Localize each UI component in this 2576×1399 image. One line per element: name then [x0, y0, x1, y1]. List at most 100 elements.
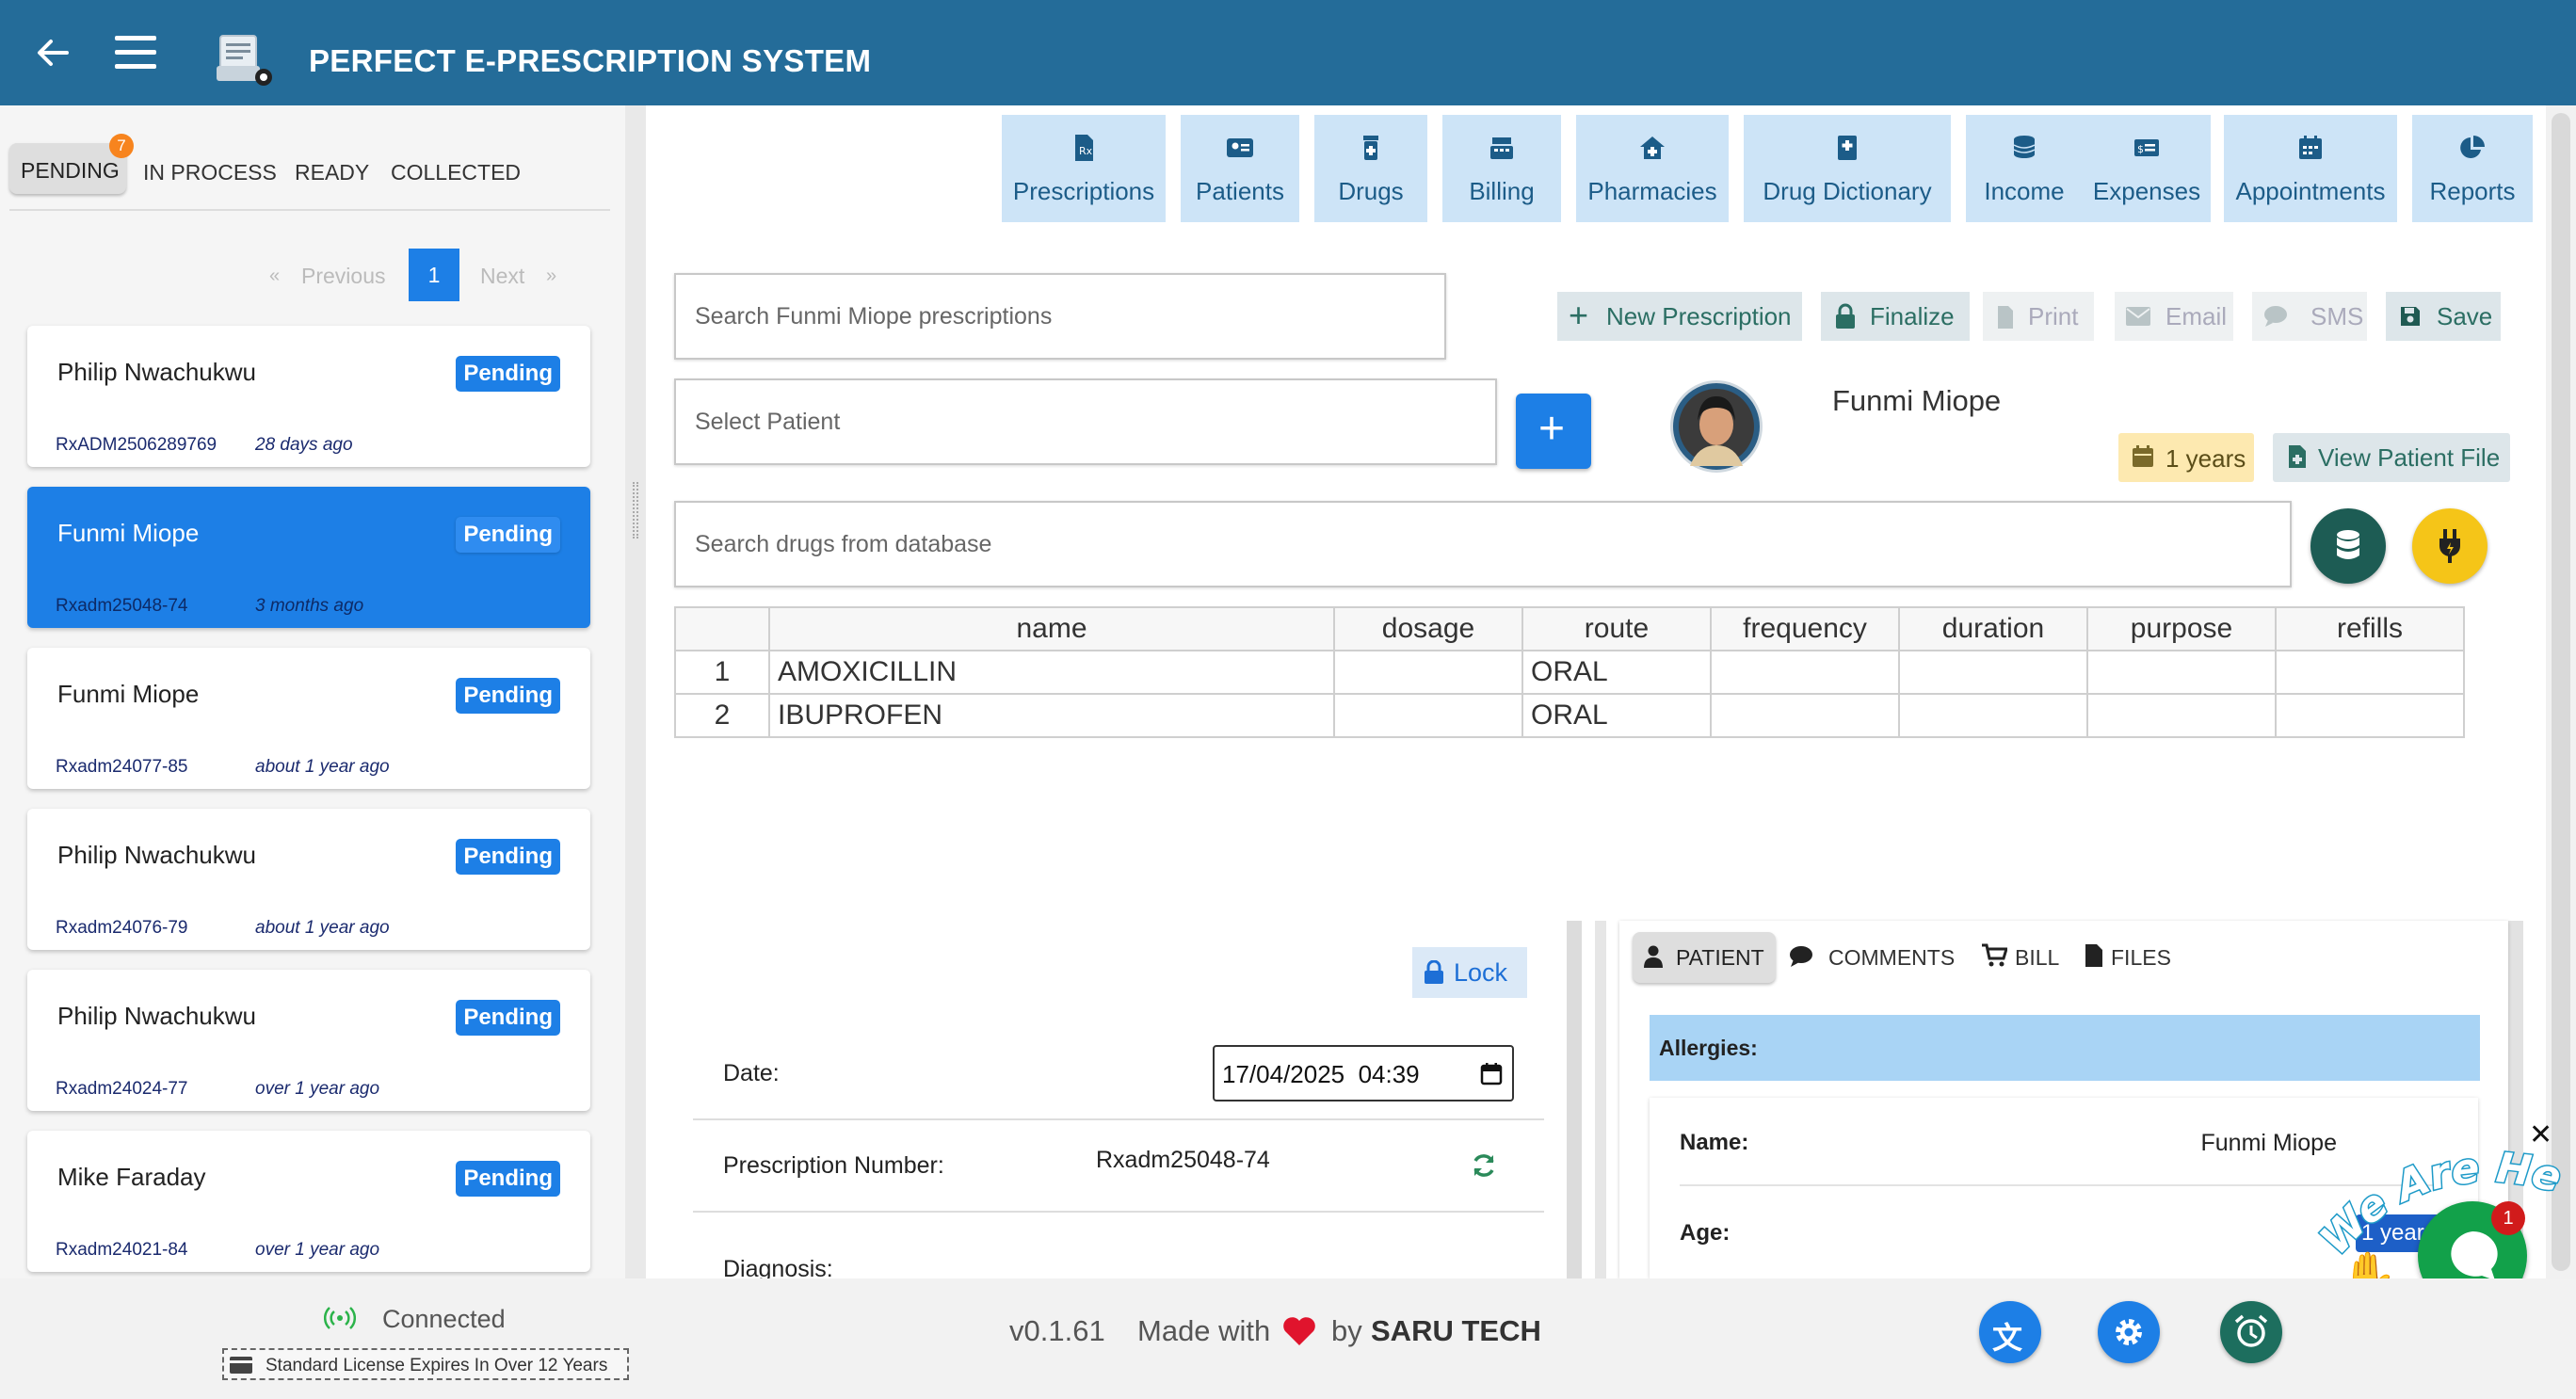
license-box: Standard License Expires In Over 12 Year…	[222, 1348, 629, 1380]
gear-icon	[2116, 1319, 2142, 1345]
nav-prescriptions[interactable]: Rx Prescriptions	[1002, 115, 1166, 222]
close-chat-icon[interactable]: ✕	[2529, 1118, 2552, 1151]
duration-cell[interactable]	[1898, 693, 2088, 738]
save-label: Save	[2437, 302, 2493, 330]
finalize-button[interactable]: Finalize	[1821, 292, 1970, 341]
panel-splitter[interactable]	[625, 105, 646, 1278]
menu-icon[interactable]	[115, 34, 156, 70]
table-row[interactable]: 1 AMOXICILLIN ORAL	[674, 650, 2465, 695]
page-scrollbar[interactable]	[2546, 105, 2576, 1278]
form-scrollbar-track[interactable]	[1595, 921, 1606, 1278]
col-name[interactable]: name	[768, 606, 1335, 651]
route-cell[interactable]: ORAL	[1521, 650, 1712, 695]
lock-button[interactable]: Lock	[1412, 947, 1527, 998]
tab-comments[interactable]: COMMENTS	[1828, 945, 1955, 971]
drug-name-cell[interactable]: AMOXICILLIN	[768, 650, 1335, 695]
tab-ready[interactable]: READY	[295, 160, 369, 185]
save-button[interactable]: Save	[2386, 292, 2501, 341]
nav-pharmacies[interactable]: Pharmacies	[1576, 115, 1729, 222]
list-item[interactable]: Mike Faraday Pending Rxadm24021-84 over …	[27, 1131, 590, 1272]
nav-reports[interactable]: Reports	[2412, 115, 2533, 222]
date-label: Date:	[723, 1060, 780, 1086]
splitter-grip-icon[interactable]	[633, 482, 638, 539]
tab-collected[interactable]: COLLECTED	[391, 160, 521, 185]
pager-previous[interactable]: Previous	[301, 264, 385, 289]
col-frequency[interactable]: frequency	[1710, 606, 1900, 651]
drug-database-button[interactable]	[2310, 508, 2386, 584]
name-label: Name:	[1680, 1130, 1749, 1155]
settings-button[interactable]	[2098, 1301, 2160, 1363]
col-dosage[interactable]: dosage	[1333, 606, 1523, 651]
search-prescriptions-input[interactable]: Search Funmi Miope prescriptions	[674, 273, 1446, 360]
avatar[interactable]	[1670, 380, 1763, 473]
tab-files[interactable]: FILES	[2111, 945, 2171, 971]
purpose-cell[interactable]	[2086, 693, 2277, 738]
nav-expenses[interactable]: $ Expenses	[2083, 115, 2211, 222]
search-drugs-placeholder: Search drugs from database	[695, 531, 992, 557]
refills-cell[interactable]	[2275, 693, 2465, 738]
patient-name: Mike Faraday	[57, 1163, 206, 1191]
refresh-icon[interactable]	[1471, 1152, 1497, 1179]
route-cell[interactable]: ORAL	[1521, 693, 1712, 738]
col-purpose[interactable]: purpose	[2086, 606, 2277, 651]
calendar-picker-icon[interactable]	[1480, 1062, 1503, 1086]
nav-patients[interactable]: Patients	[1181, 115, 1299, 222]
table-row[interactable]: 2 IBUPROFEN ORAL	[674, 693, 2465, 738]
search-drugs-input[interactable]: Search drugs from database	[674, 501, 2292, 587]
dosage-cell[interactable]	[1333, 650, 1523, 695]
nav-drugs[interactable]: Drugs	[1314, 115, 1427, 222]
list-item[interactable]: Philip Nwachukwu Pending Rxadm24076-79 a…	[27, 809, 590, 950]
pill-bottle-icon	[1363, 136, 1378, 160]
medical-book-icon	[1838, 136, 1857, 160]
nav-drugs-label: Drugs	[1338, 177, 1404, 205]
email-button[interactable]: Email	[2115, 292, 2233, 341]
select-patient-input[interactable]: Select Patient	[674, 378, 1497, 465]
version: v0.1.61	[1009, 1314, 1105, 1347]
nav-income-label: Income	[1984, 177, 2065, 205]
new-prescription-button[interactable]: + New Prescription	[1557, 292, 1802, 341]
col-refills[interactable]: refills	[2275, 606, 2465, 651]
plugin-button[interactable]	[2412, 508, 2487, 584]
email-label: Email	[2165, 302, 2228, 330]
frequency-cell[interactable]	[1710, 650, 1900, 695]
purpose-cell[interactable]	[2086, 650, 2277, 695]
date-input[interactable]: 17/04/2025 04:39	[1213, 1045, 1514, 1102]
nav-pharmacies-label: Pharmacies	[1587, 177, 1717, 205]
tab-in-process[interactable]: IN PROCESS	[143, 160, 277, 185]
col-duration[interactable]: duration	[1898, 606, 2088, 651]
frequency-cell[interactable]	[1710, 693, 1900, 738]
pager-next[interactable]: Next	[480, 264, 524, 289]
list-item[interactable]: Funmi Miope Pending Rxadm24077-85 about …	[27, 648, 590, 789]
list-item[interactable]: Philip Nwachukwu Pending RxADM2506289769…	[27, 326, 590, 467]
cart-icon[interactable]	[1981, 943, 2007, 968]
language-button[interactable]: 文	[1979, 1301, 2041, 1363]
sms-button[interactable]: SMS	[2252, 292, 2367, 341]
refills-cell[interactable]	[2275, 650, 2465, 695]
nav-appointments[interactable]: Appointments	[2224, 115, 2397, 222]
duration-cell[interactable]	[1898, 650, 2088, 695]
drug-name-cell[interactable]: IBUPROFEN	[768, 693, 1335, 738]
nav-income[interactable]: Income	[1966, 115, 2083, 222]
pager-page-1[interactable]: 1	[409, 249, 459, 301]
col-route[interactable]: route	[1521, 606, 1712, 651]
page-scrollbar-thumb[interactable]	[2552, 113, 2570, 1271]
dosage-cell[interactable]	[1333, 693, 1523, 738]
plug-icon	[2439, 529, 2460, 563]
print-button[interactable]: Print	[1983, 292, 2094, 341]
finalize-label: Finalize	[1870, 302, 1955, 330]
alarm-button[interactable]	[2220, 1301, 2282, 1363]
list-item[interactable]: Philip Nwachukwu Pending Rxadm24024-77 o…	[27, 970, 590, 1111]
tab-patient[interactable]: PATIENT	[1633, 932, 1776, 983]
nav-billing[interactable]: Billing	[1442, 115, 1561, 222]
nav-reports-label: Reports	[2429, 177, 2516, 205]
comment-icon[interactable]	[1789, 945, 1813, 968]
tab-pending[interactable]: PENDING	[21, 158, 120, 184]
file-icon[interactable]	[2085, 943, 2103, 968]
back-arrow-icon[interactable]	[36, 36, 70, 70]
form-scrollbar[interactable]	[1567, 921, 1582, 1278]
tab-bill[interactable]: BILL	[2015, 945, 2059, 971]
list-item[interactable]: Funmi Miope Pending Rxadm25048-74 3 mont…	[27, 487, 590, 628]
view-patient-file-button[interactable]: View Patient File	[2273, 433, 2510, 482]
add-patient-button[interactable]: +	[1516, 394, 1591, 469]
nav-drug-dictionary[interactable]: Drug Dictionary	[1744, 115, 1951, 222]
